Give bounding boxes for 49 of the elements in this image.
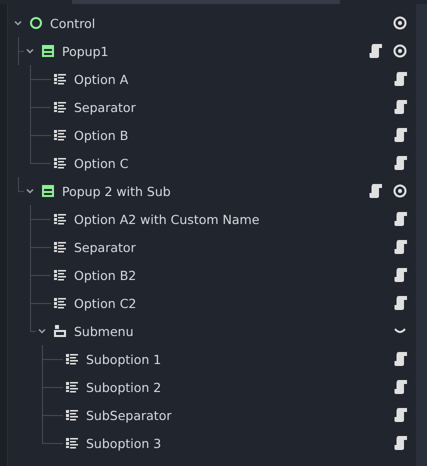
list-icon: [65, 352, 79, 366]
list-icon: [53, 100, 67, 114]
list-icon: [53, 72, 67, 86]
script-icon[interactable]: [394, 295, 408, 311]
visibility-icon[interactable]: [392, 183, 408, 199]
script-icon[interactable]: [394, 127, 408, 143]
node-label[interactable]: Separator: [74, 100, 136, 114]
node-label[interactable]: Submenu: [74, 324, 134, 338]
list-icon: [53, 156, 67, 170]
script-icon[interactable]: [394, 379, 408, 395]
list-icon: [53, 268, 67, 282]
list-icon: [53, 296, 67, 310]
script-icon[interactable]: [369, 183, 383, 199]
script-icon[interactable]: [394, 351, 408, 367]
node-label[interactable]: Suboption 2: [86, 380, 162, 394]
visibility-icon[interactable]: [392, 15, 408, 31]
script-icon[interactable]: [394, 239, 408, 255]
script-icon[interactable]: [394, 407, 408, 423]
popup-icon: [41, 184, 55, 198]
node-label[interactable]: Option C2: [74, 296, 136, 310]
script-icon[interactable]: [394, 99, 408, 115]
list-icon: [65, 408, 79, 422]
script-icon[interactable]: [369, 43, 383, 59]
list-icon: [65, 436, 79, 450]
submenu-icon: [53, 324, 67, 338]
node-label[interactable]: Control: [50, 16, 96, 30]
node-label[interactable]: Popup1: [62, 44, 108, 58]
node-label[interactable]: Suboption 1: [86, 352, 162, 366]
node-label[interactable]: Option A2 with Custom Name: [74, 212, 260, 226]
node-label[interactable]: Separator: [74, 240, 136, 254]
script-icon[interactable]: [394, 211, 408, 227]
node-label[interactable]: Popup 2 with Sub: [62, 184, 171, 198]
node-label[interactable]: Option B: [74, 128, 128, 142]
node-label[interactable]: SubSeparator: [86, 408, 172, 422]
list-icon: [53, 128, 67, 142]
popup-icon: [41, 44, 55, 58]
list-icon: [53, 240, 67, 254]
script-icon[interactable]: [394, 71, 408, 87]
node-label[interactable]: Option C: [74, 156, 128, 170]
node-label[interactable]: Suboption 3: [86, 436, 162, 450]
script-icon[interactable]: [394, 155, 408, 171]
script-icon[interactable]: [394, 267, 408, 283]
script-icon[interactable]: [394, 435, 408, 451]
node-label[interactable]: Option B2: [74, 268, 136, 282]
circle-icon: [29, 16, 43, 30]
list-icon: [53, 212, 67, 226]
node-label[interactable]: Option A: [74, 72, 128, 86]
list-icon: [65, 380, 79, 394]
visibility-icon[interactable]: [392, 43, 408, 59]
